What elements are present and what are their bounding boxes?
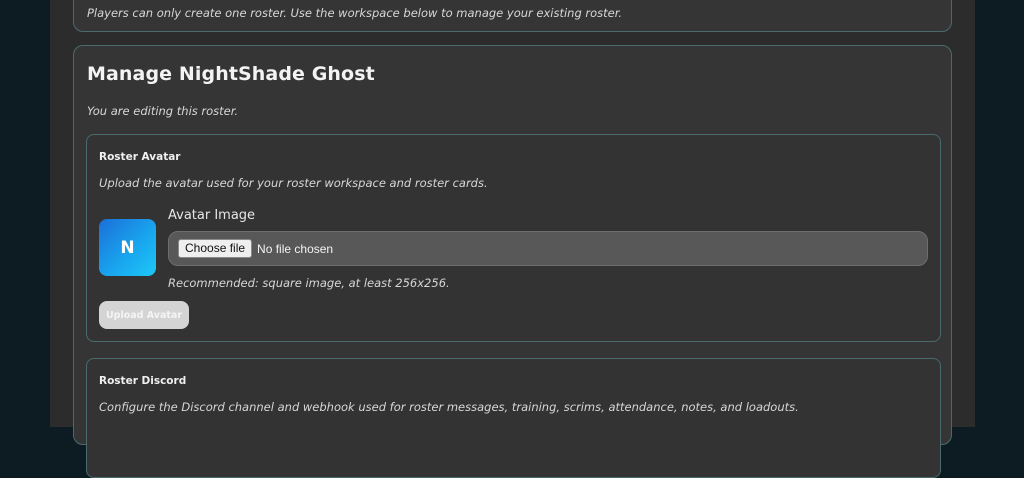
- roster-limit-card: Players can only create one roster. Use …: [73, 0, 952, 32]
- upload-avatar-button[interactable]: Upload Avatar: [99, 301, 189, 329]
- avatar-hint: Recommended: square image, at least 256x…: [168, 276, 450, 290]
- manage-roster-card: Manage NightShade Ghost You are editing …: [73, 45, 952, 478]
- page-subtitle: You are editing this roster.: [87, 104, 239, 118]
- page-title: Manage NightShade Ghost: [87, 63, 375, 85]
- avatar-image-label: Avatar Image: [168, 208, 256, 223]
- roster-discord-description: Configure the Discord channel and webhoo…: [99, 400, 799, 414]
- roster-limit-note: Players can only create one roster. Use …: [87, 6, 623, 20]
- roster-avatar-title: Roster Avatar: [99, 151, 181, 163]
- roster-discord-panel: Roster Discord Configure the Discord cha…: [86, 358, 941, 478]
- avatar-file-input[interactable]: Choose file No file chosen: [168, 231, 928, 266]
- avatar: N: [99, 219, 156, 276]
- roster-avatar-description: Upload the avatar used for your roster w…: [99, 176, 488, 190]
- avatar-letter: N: [120, 237, 135, 258]
- choose-file-button[interactable]: Choose file: [178, 239, 253, 258]
- roster-discord-title: Roster Discord: [99, 375, 187, 387]
- roster-avatar-panel: Roster Avatar Upload the avatar used for…: [86, 134, 941, 342]
- file-status: No file chosen: [257, 241, 334, 256]
